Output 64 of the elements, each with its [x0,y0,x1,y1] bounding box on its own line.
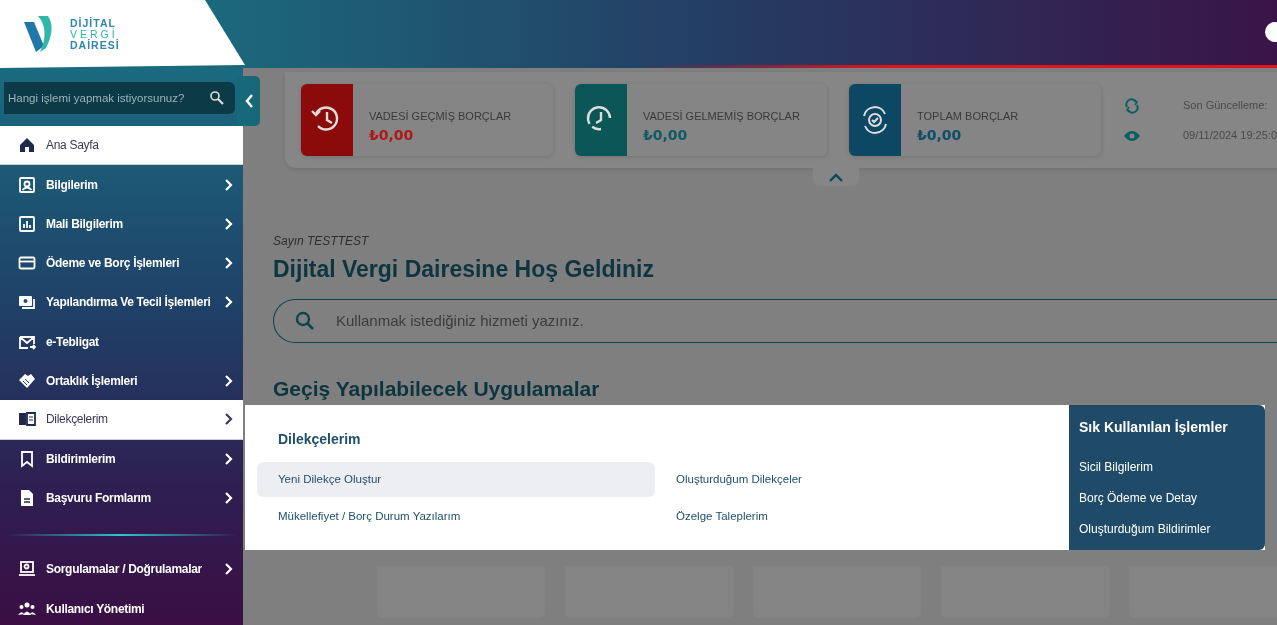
sidebar-item[interactable]: Yapılandırma Ve Tecil İşlemleri [0,282,243,322]
sidebar-item[interactable]: Ana Sayfa [0,126,243,166]
chart-icon [18,214,36,233]
book-icon [18,410,36,429]
chevron-up-icon [829,172,843,182]
welcome-title: Dijital Vergi Dairesine Hoş Geldiniz [273,255,655,284]
id-card-icon [18,175,36,194]
menu-link[interactable]: Yeni Dilekçe Oluştur [257,462,655,498]
sidebar-item[interactable]: Mali Bilgilerim [0,204,243,244]
sidebar-item[interactable]: Ortaklık İşlemleri [0,361,243,401]
card-amount: ₺0,00 [917,125,963,145]
menu-link[interactable]: Mükellefiyet / Borç Durum Yazılarım [257,499,655,535]
card-title: TOPLAM BORÇLAR [917,109,1019,124]
greeting-text: Sayın TESTTEST [273,233,370,250]
service-search-field[interactable]: Kullanmak istediğiniz hizmeti yazınız. [273,298,1277,343]
logo-text: DAİRESİ [70,39,120,51]
collapse-toggle[interactable] [813,168,859,186]
laptop-search-icon [18,560,36,579]
sidebar-item[interactable]: e-Tebligat [0,321,243,362]
sidebar-item[interactable]: Bildirimlerim [0,439,243,479]
frequent-link[interactable]: Sicil Bilgilerim [1079,458,1255,476]
search-icon [295,310,315,331]
card-amount: ₺0,00 [643,125,689,145]
card-title: VADESİ GELMEMİŞ BORÇLAR [643,109,800,124]
chevron-left-icon [244,94,253,108]
sidebar-item[interactable]: Ödeme ve Borç İşlemleri [0,243,243,283]
bookmark-icon [18,450,36,469]
chevron-icon [224,257,233,270]
card-amount: ₺0,00 [369,125,415,145]
logo-text: DİJİTAL [70,17,117,29]
chevron-icon [224,492,233,505]
sidebar-item[interactable]: Sorgulamalar / Doğrulamalar [0,549,243,590]
document-icon [18,489,36,508]
chevron-icon [224,178,233,191]
update-label: Son Güncelleme: [1183,97,1269,113]
frequent-link[interactable]: Oluşturduğum Bildirimler [1079,520,1255,538]
menu-link[interactable]: Oluşturduğum Dilekçeler [655,462,1053,498]
logo[interactable]: DİJİTAL VERGİ DAİRESİ [0,0,245,68]
chevron-icon [224,296,233,309]
chevron-icon [224,374,233,387]
sidebar-item[interactable]: Kullanıcı Yönetimi [0,589,243,625]
update-time: 09/11/2024 19:25:0 [1183,128,1277,143]
panel-title: Sık Kullanılan İşlemler [1079,418,1229,437]
chevron-icon [224,563,233,576]
frequent-link[interactable]: Borç Ödeme ve Detay [1079,489,1255,507]
chevron-icon [224,217,233,230]
refresh-icon[interactable] [1124,98,1140,114]
sidebar-item[interactable]: Bilgilerim [0,165,243,205]
logo-text: VERGİ [70,28,119,40]
collapse-handle[interactable] [237,76,260,126]
chevron-icon [224,453,233,466]
handshake-icon [18,371,36,390]
menu-title: Dilekçelerim [278,430,362,449]
money-icon [18,293,36,312]
eye-icon[interactable] [1123,130,1141,142]
card-title: VADESİ GEÇMİŞ BORÇLAR [369,109,512,124]
section-title: Geçiş Yapılabilecek Uygulamalar [273,375,601,402]
menu-link[interactable]: Özelge Taleplerim [655,499,1053,535]
chevron-icon [224,413,233,426]
home-icon [18,136,36,155]
sidebar-item[interactable]: Dilekçelerim [0,400,243,440]
sidebar-item[interactable]: Başvuru Formlarım [0,478,243,518]
sidebar-search-field[interactable]: Hangi işlemi yapmak istiyorsunuz? [4,82,235,114]
search-icon [209,90,225,106]
